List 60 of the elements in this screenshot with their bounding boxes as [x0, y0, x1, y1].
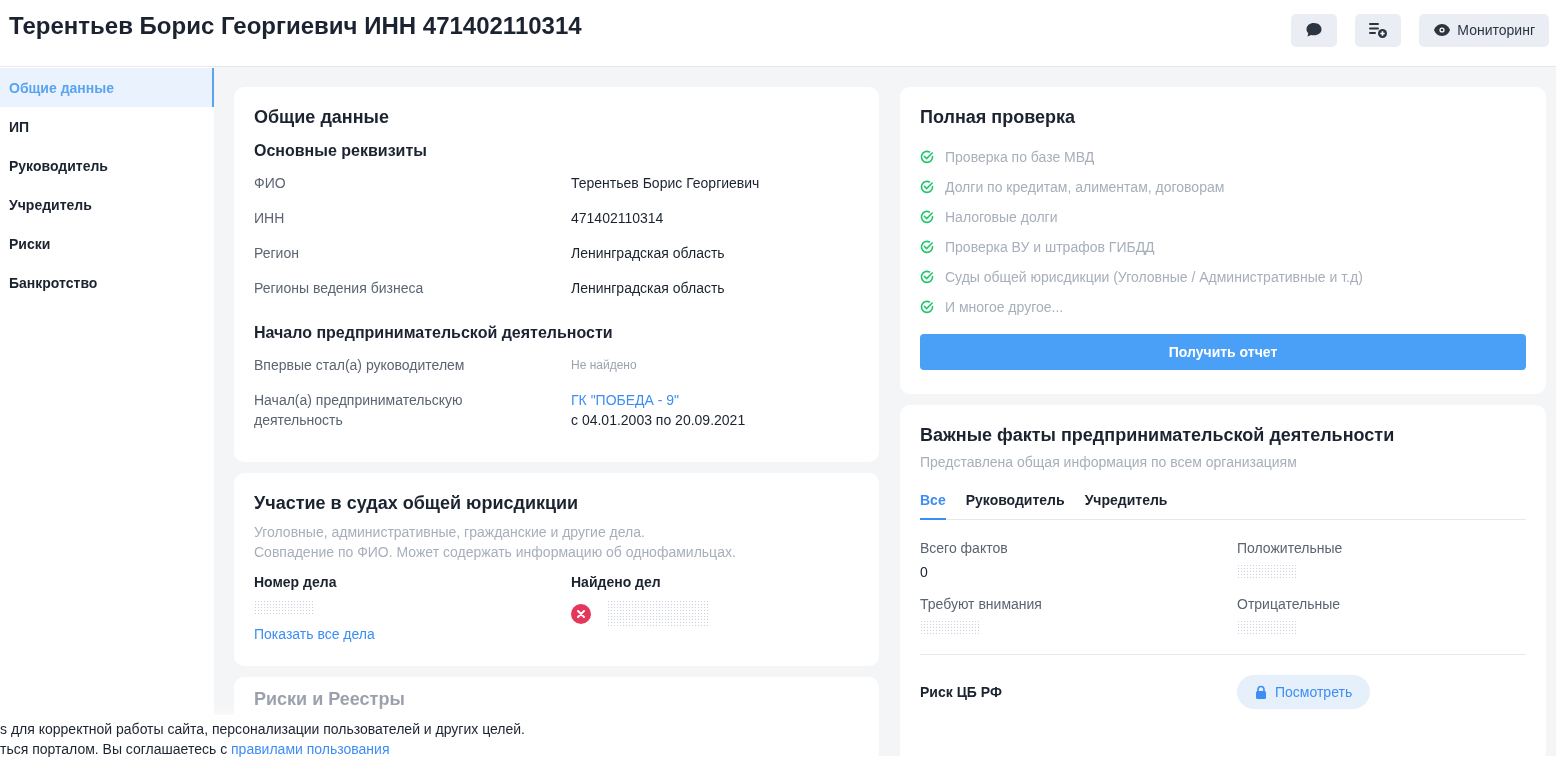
- card-title: Полная проверка: [920, 107, 1077, 128]
- field-label: ФИО: [254, 174, 287, 193]
- card-title: Общие данные: [254, 107, 390, 128]
- field-value: 471402110314: [571, 209, 665, 228]
- stat-label: Всего фактов: [920, 540, 1008, 556]
- card-subtitle: Представлена общая информация по всем организациям: [920, 453, 1298, 472]
- speech-bubble-icon: [1305, 21, 1324, 39]
- check-item: Долги по кредитам, алиментам, договорам: [945, 178, 1225, 196]
- column-heading: Номер дела: [254, 574, 337, 590]
- page-title: Терентьев Борис Георгиевич ИНН 471402110314: [9, 12, 582, 40]
- check-circle-icon: [920, 150, 934, 164]
- cookie-notice-text: ться порталом. Вы соглашаетесь с правилами пользования: [0, 740, 391, 757]
- field-value: Ленинградская область: [571, 244, 726, 263]
- field-label: Регион: [254, 244, 300, 263]
- check-item: Налоговые долги: [945, 208, 1058, 226]
- card-description: Уголовные, административные, гражданские и другие дела.: [254, 523, 646, 542]
- stat-label: Отрицательные: [1237, 596, 1341, 612]
- add-to-list-button[interactable]: [1355, 13, 1402, 47]
- field-value: Ленинградская область: [571, 279, 726, 298]
- monitoring-button[interactable]: Мониторинг: [1419, 13, 1549, 47]
- stat-label: Положительные: [1237, 540, 1343, 556]
- field-label: Регионы ведения бизнеса: [254, 279, 425, 298]
- filter-tab[interactable]: Руководитель: [965, 492, 1065, 520]
- check-circle-icon: [920, 270, 934, 284]
- field-value: Не найдено: [571, 357, 638, 374]
- check-circle-icon: [920, 180, 934, 194]
- check-circle-icon: [920, 210, 934, 224]
- cbr-risk-label: Риск ЦБ РФ: [920, 684, 1003, 700]
- filter-tab[interactable]: Учредитель: [1084, 492, 1168, 520]
- sidebar-item[interactable]: Риски: [0, 224, 214, 263]
- cookie-notice-text: s для корректной работы сайта, персонализации пользователей и других целей.: [0, 720, 526, 739]
- card-title: Важные факты предпринимательской деятельности: [920, 425, 1396, 446]
- check-item: И многое другое...: [945, 298, 1064, 316]
- field-label: Начал(а) предпринимательскую деятельность: [254, 391, 464, 430]
- error-icon: [571, 604, 591, 624]
- card-title: Участие в судах общей юрисдикции: [254, 493, 580, 514]
- check-circle-icon: [920, 240, 934, 254]
- sidebar-item[interactable]: Руководитель: [0, 146, 214, 185]
- field-value: Терентьев Борис Георгиевич: [571, 174, 761, 193]
- stat-value: 0: [920, 564, 928, 580]
- activity-period: с 04.01.2003 по 20.09.2021: [571, 411, 747, 430]
- sidebar-item[interactable]: Банкротство: [0, 263, 214, 302]
- section-title: Основные реквизиты: [254, 142, 428, 160]
- field-label: Впервые стал(а) руководителем: [254, 356, 466, 375]
- stat-label: Требуют внимания: [920, 596, 1042, 612]
- sidebar-item[interactable]: Учредитель: [0, 185, 214, 224]
- check-item: Суды общей юрисдикции (Уголовные / Административные и т.д): [945, 268, 1363, 286]
- comment-button[interactable]: [1291, 13, 1338, 47]
- lock-icon: [1255, 685, 1267, 699]
- column-heading: Найдено дел: [571, 574, 661, 590]
- check-item: Проверка по базе МВД: [945, 148, 1095, 166]
- sidebar-item[interactable]: ИП: [0, 107, 214, 146]
- eye-icon: [1433, 23, 1452, 37]
- list-plus-icon: [1368, 21, 1389, 39]
- check-circle-icon: [920, 300, 934, 314]
- card-title: Риски и Реестры: [254, 689, 406, 710]
- field-label: ИНН: [254, 209, 286, 228]
- card-description: Совпадение по ФИО. Может содержать информацию об однофамильцах.: [254, 543, 737, 562]
- section-title: Начало предпринимательской деятельности: [254, 324, 614, 342]
- check-item: Проверка ВУ и штрафов ГИБДД: [945, 238, 1155, 256]
